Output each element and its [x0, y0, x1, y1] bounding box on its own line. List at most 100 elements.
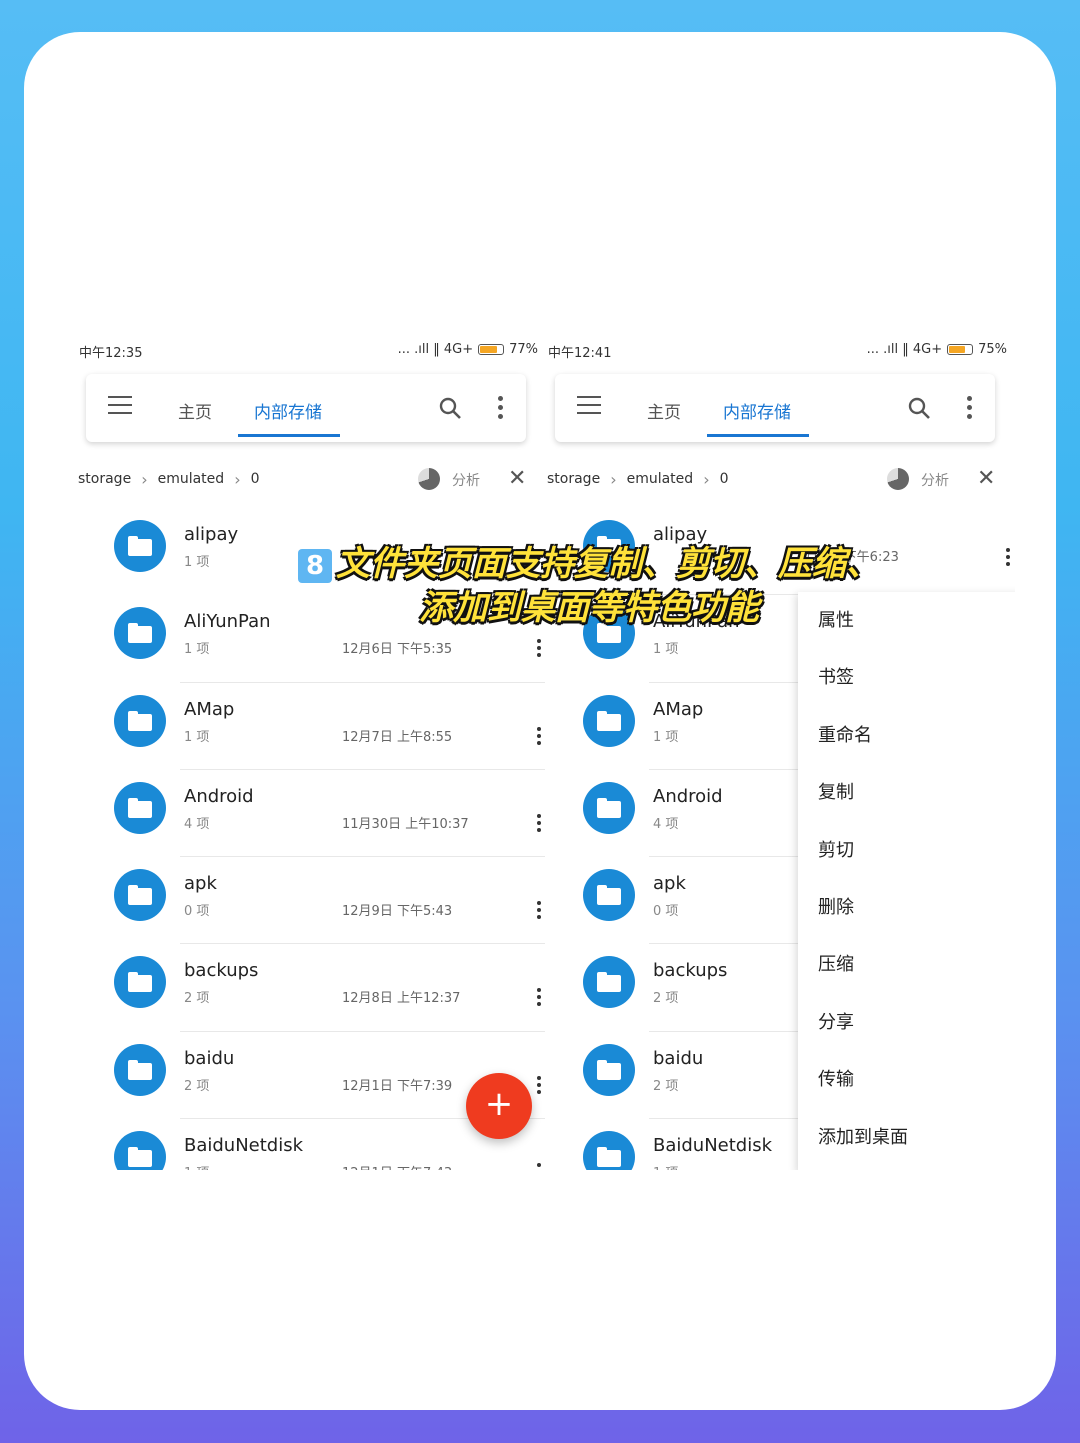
- menu-item[interactable]: 删除: [818, 893, 854, 919]
- chevron-right-icon: ›: [234, 469, 241, 489]
- battery-icon: [947, 344, 974, 355]
- row-more-icon[interactable]: [536, 901, 542, 922]
- analyze-button[interactable]: 分析: [452, 470, 480, 490]
- caption-line-2: 添加到桌面等特色功能: [419, 588, 759, 628]
- folder-icon: [114, 1043, 166, 1096]
- menu-item[interactable]: 书签: [818, 663, 854, 689]
- row-more-icon[interactable]: [536, 726, 542, 748]
- chevron-right-icon: ›: [610, 469, 617, 489]
- left-screenshot: 中午12:35 ... .ıll ‖ 4G+ 77% 主页 内部存储 stora…: [76, 330, 546, 1170]
- battery-icon: [478, 344, 505, 355]
- close-icon[interactable]: ✕: [977, 466, 995, 491]
- folder-icon: [583, 694, 635, 747]
- menu-icon[interactable]: [577, 396, 601, 416]
- row-more-icon[interactable]: [1005, 548, 1011, 569]
- status-bar: 中午12:35 ... .ıll ‖ 4G+ 77%: [76, 338, 546, 362]
- folder-icon: [114, 694, 166, 747]
- item-count: 2 项: [653, 1078, 679, 1094]
- folder-icon: [114, 607, 166, 660]
- menu-icon[interactable]: [108, 396, 132, 416]
- folder-icon: [583, 956, 635, 1009]
- modified-date: 12月9日 下午5:43: [342, 904, 453, 920]
- folder-name: AMap: [653, 698, 704, 720]
- item-count: 2 项: [184, 991, 210, 1007]
- tab-home[interactable]: 主页: [178, 398, 212, 423]
- item-count: 4 项: [184, 816, 210, 832]
- search-icon[interactable]: [438, 396, 462, 420]
- folder-icon: [114, 956, 166, 1009]
- folder-name: Android: [184, 785, 254, 807]
- row-more-icon[interactable]: [536, 813, 542, 835]
- menu-item[interactable]: 传输: [818, 1065, 854, 1091]
- app-toolbar: 主页 内部存储: [555, 374, 995, 442]
- list-item[interactable]: apk 0 项 12月9日 下午5:43: [76, 857, 546, 945]
- folder-icon: [114, 1131, 166, 1170]
- list-item[interactable]: backups 2 项 12月8日 上午12:37: [76, 944, 546, 1032]
- modified-date: 11月30日 上午10:37: [342, 816, 469, 832]
- folder-name: AMap: [184, 698, 235, 720]
- app-toolbar: 主页 内部存储: [86, 374, 526, 442]
- crumb-storage[interactable]: storage: [547, 471, 600, 487]
- row-more-icon[interactable]: [536, 1075, 542, 1097]
- item-count: 0 项: [184, 904, 210, 920]
- chevron-right-icon: ›: [141, 469, 148, 489]
- folder-name: Android: [653, 785, 723, 807]
- close-icon[interactable]: ✕: [508, 466, 526, 491]
- crumb-storage[interactable]: storage: [78, 471, 131, 487]
- modified-date: 12月6日 下午5:35: [342, 642, 453, 658]
- list-item[interactable]: AMap 1 项 12月7日 上午8:55: [76, 683, 546, 770]
- folder-name: baidu: [184, 1047, 235, 1069]
- folder-name: BaiduNetdisk: [653, 1135, 773, 1157]
- crumb-emulated[interactable]: emulated: [158, 471, 225, 487]
- battery-percent: 75%: [978, 342, 1007, 357]
- folder-icon: [583, 1043, 635, 1096]
- content-card: 中午12:35 ... .ıll ‖ 4G+ 77% 主页 内部存储 stora…: [24, 32, 1056, 1410]
- row-more-icon[interactable]: [536, 1163, 542, 1170]
- menu-item[interactable]: 剪切: [818, 836, 854, 862]
- item-count: 0 项: [653, 904, 679, 920]
- item-count: 1 项: [184, 1162, 209, 1170]
- tab-internal-storage[interactable]: 内部存储: [254, 398, 322, 423]
- breadcrumb: storage › emulated › 0 分析 ✕: [545, 466, 1015, 492]
- pie-chart-icon[interactable]: [418, 468, 440, 490]
- folder-icon: [583, 781, 635, 834]
- menu-item[interactable]: 复制: [818, 778, 854, 804]
- right-screenshot: 中午12:41 ... .ıll ‖ 4G+ 75% 主页 内部存储 stora…: [545, 330, 1015, 1170]
- item-count: 1 项: [653, 642, 679, 658]
- modified-date: 12月7日 上午8:55: [342, 729, 453, 745]
- folder-icon: [583, 1131, 635, 1170]
- folder-name: alipay: [184, 524, 239, 545]
- tab-indicator: [238, 434, 340, 437]
- menu-item[interactable]: 压缩: [818, 950, 854, 976]
- search-icon[interactable]: [907, 396, 931, 420]
- folder-name: apk: [184, 873, 217, 895]
- item-count: 1 项: [184, 729, 210, 745]
- menu-item[interactable]: 重命名: [818, 721, 872, 747]
- item-count: 1 项: [653, 729, 679, 745]
- folder-icon: [114, 781, 166, 834]
- row-more-icon[interactable]: [536, 639, 542, 660]
- list-item[interactable]: Android 4 项 11月30日 上午10:37: [76, 770, 546, 858]
- crumb-zero[interactable]: 0: [251, 471, 260, 487]
- more-options-icon[interactable]: [965, 396, 973, 420]
- folder-name: backups: [184, 960, 259, 982]
- row-more-icon[interactable]: [536, 988, 542, 1009]
- folder-name: baidu: [653, 1047, 704, 1069]
- breadcrumb: storage › emulated › 0 分析 ✕: [76, 466, 546, 492]
- pie-chart-icon[interactable]: [887, 468, 909, 490]
- battery-percent: 77%: [509, 342, 538, 357]
- crumb-emulated[interactable]: emulated: [627, 471, 694, 487]
- tab-internal-storage[interactable]: 内部存储: [723, 398, 791, 423]
- chevron-right-icon: ›: [703, 469, 710, 489]
- modified-date: 12月1日 下午7:43: [342, 1162, 452, 1170]
- status-time: 中午12:41: [548, 346, 612, 361]
- more-options-icon[interactable]: [496, 396, 504, 420]
- modified-date: 12月1日 下午7:39: [342, 1078, 453, 1094]
- menu-item[interactable]: 分享: [818, 1008, 854, 1034]
- menu-item[interactable]: 添加到桌面: [818, 1123, 908, 1149]
- add-fab-button[interactable]: +: [466, 1073, 532, 1139]
- tab-home[interactable]: 主页: [647, 398, 681, 423]
- item-count: 2 项: [184, 1078, 210, 1094]
- crumb-zero[interactable]: 0: [720, 471, 729, 487]
- analyze-button[interactable]: 分析: [921, 470, 949, 490]
